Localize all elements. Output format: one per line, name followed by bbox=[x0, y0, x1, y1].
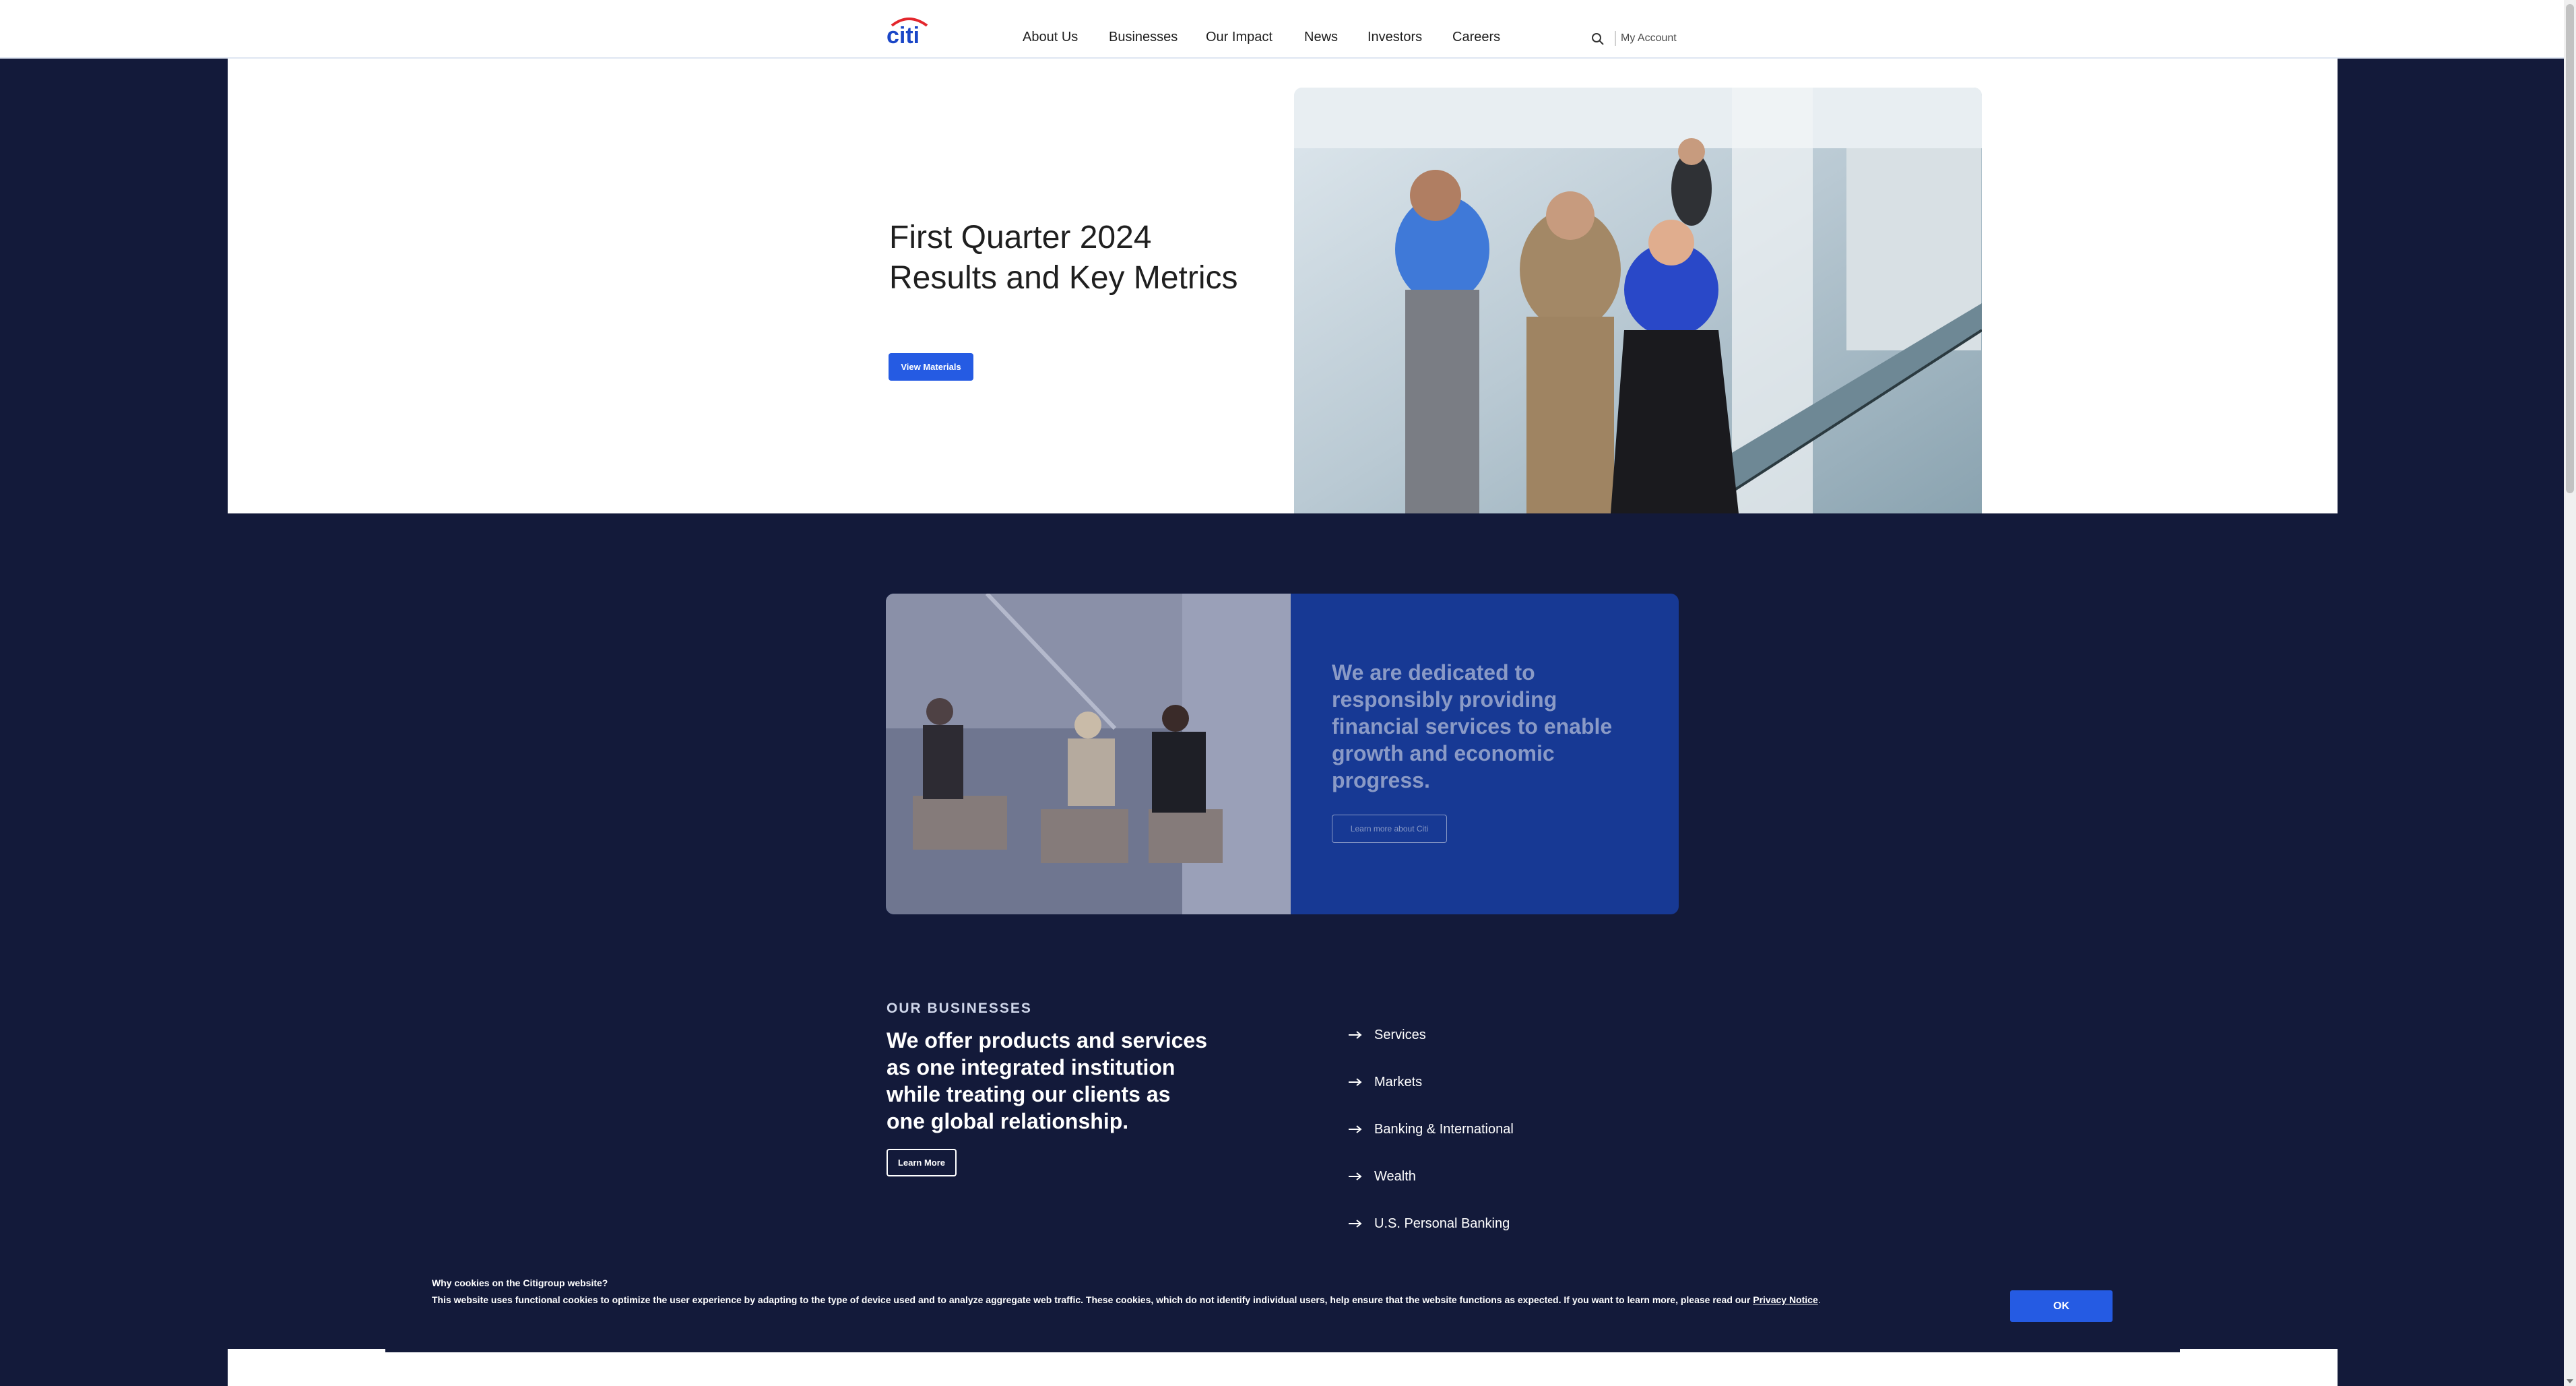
nav-careers[interactable]: Careers bbox=[1452, 30, 1500, 45]
view-materials-button[interactable]: View Materials bbox=[889, 353, 973, 381]
business-link-us-personal-banking[interactable]: U.S. Personal Banking bbox=[1349, 1214, 1510, 1234]
cookie-ok-button[interactable]: OK bbox=[2010, 1290, 2113, 1322]
business-link-wealth[interactable]: Wealth bbox=[1349, 1166, 1416, 1187]
arrow-right-icon bbox=[1349, 1031, 1362, 1039]
footer-section bbox=[228, 1349, 2338, 1386]
business-link-services[interactable]: Services bbox=[1349, 1025, 1426, 1045]
nav-about-us[interactable]: About Us bbox=[1023, 30, 1078, 45]
business-link-markets[interactable]: Markets bbox=[1349, 1072, 1422, 1092]
arrow-right-icon bbox=[1349, 1078, 1362, 1086]
nav-businesses[interactable]: Businesses bbox=[1109, 30, 1178, 45]
business-link-banking-international[interactable]: Banking & International bbox=[1349, 1119, 1514, 1139]
site-header: citi About Us Businesses Our Impact News… bbox=[0, 0, 2564, 59]
learn-more-about-citi-button[interactable]: Learn more about Citi bbox=[1332, 815, 1447, 843]
business-link-label: Banking & International bbox=[1374, 1121, 1514, 1137]
nav-our-impact[interactable]: Our Impact bbox=[1206, 30, 1273, 45]
business-link-label: Services bbox=[1374, 1027, 1426, 1042]
arrow-right-icon bbox=[1349, 1125, 1362, 1133]
cookie-suffix: . bbox=[1817, 1294, 1821, 1305]
hero-image bbox=[1294, 88, 1982, 513]
arrow-right-icon bbox=[1349, 1172, 1362, 1180]
arrow-right-icon bbox=[1349, 1220, 1362, 1228]
cookie-message: Why cookies on the Citigroup website? Th… bbox=[432, 1275, 1914, 1309]
cookie-body: This website uses functional cookies to … bbox=[432, 1294, 1751, 1305]
nav-news[interactable]: News bbox=[1304, 30, 1338, 45]
businesses-learn-more-button[interactable]: Learn More bbox=[887, 1149, 957, 1176]
business-link-label: Wealth bbox=[1374, 1168, 1416, 1184]
business-link-label: Markets bbox=[1374, 1074, 1423, 1090]
scrollbar-thumb[interactable] bbox=[2566, 4, 2574, 493]
my-account-link[interactable]: My Account bbox=[1621, 32, 1677, 44]
hero-title: First Quarter 2024 Results and Key Metri… bbox=[889, 220, 1238, 296]
nav-investors[interactable]: Investors bbox=[1367, 30, 1422, 45]
svg-text:citi: citi bbox=[887, 23, 920, 47]
mission-card: We are dedicated to responsibly providin… bbox=[886, 594, 1679, 914]
business-link-label: U.S. Personal Banking bbox=[1374, 1216, 1510, 1231]
businesses-heading: We offer products and services as one in… bbox=[887, 1028, 1207, 1133]
cookie-title: Why cookies on the Citigroup website? bbox=[432, 1278, 608, 1288]
citi-logo[interactable]: citi bbox=[885, 15, 932, 47]
privacy-notice-link[interactable]: Privacy Notice bbox=[1753, 1294, 1818, 1305]
hero-section bbox=[228, 59, 2338, 513]
businesses-eyebrow: OUR BUSINESSES bbox=[887, 1001, 1032, 1016]
mission-statement: We are dedicated to responsibly providin… bbox=[1332, 660, 1613, 792]
header-divider bbox=[1615, 31, 1616, 46]
scroll-down-arrow-icon[interactable] bbox=[2567, 1379, 2573, 1383]
page-scrollbar[interactable] bbox=[2564, 0, 2576, 1386]
mission-image bbox=[886, 594, 1291, 914]
cookie-banner: Why cookies on the Citigroup website? Th… bbox=[385, 1245, 2180, 1352]
search-icon[interactable] bbox=[1591, 32, 1605, 46]
